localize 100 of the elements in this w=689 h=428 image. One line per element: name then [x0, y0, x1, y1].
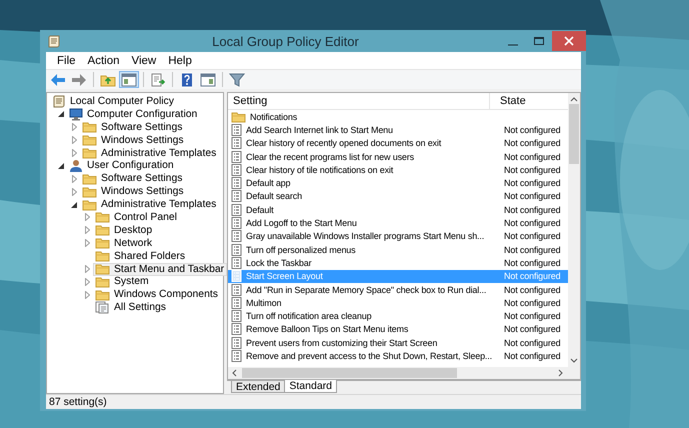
menu-item[interactable]: View — [126, 54, 162, 66]
setting-row[interactable]: Prevent users from customizing their Start Screen Not configured — [228, 336, 568, 350]
setting-page-icon — [231, 244, 242, 256]
scroll-up-icon — [570, 96, 578, 102]
setting-name: Default app — [246, 178, 290, 188]
folder-icon — [95, 250, 110, 262]
setting-state: Not configured — [504, 324, 562, 334]
close-button[interactable] — [552, 31, 586, 51]
tree-item[interactable]: Shared Folders — [93, 250, 188, 263]
tree-item[interactable]: Windows Settings — [80, 185, 187, 198]
tree-item[interactable]: Desktop — [93, 224, 156, 237]
setting-name: Default search — [246, 191, 302, 202]
scroll-down-icon — [570, 358, 578, 364]
setting-state: Not configured — [504, 311, 562, 322]
tree-item[interactable]: User Configuration — [67, 159, 177, 172]
tree-item[interactable]: Software Settings — [80, 120, 186, 134]
close-icon — [563, 36, 575, 46]
tree-item[interactable]: Computer Configuration — [67, 108, 200, 121]
setting-row[interactable]: Clear the recent programs list for new users Not configured — [228, 150, 568, 164]
folder-icon — [95, 288, 110, 301]
folder-icon — [82, 134, 97, 146]
folder-icon — [82, 147, 97, 160]
setting-row[interactable]: Gray unavailable Windows Installer programs Start Menu sh... Not configured — [228, 230, 568, 243]
setting-page-icon — [231, 137, 242, 150]
scrollbar-thumb[interactable] — [569, 104, 579, 164]
folder-icon — [95, 211, 110, 224]
tree-item[interactable]: Windows Components — [93, 288, 221, 302]
tree-item[interactable]: Control Panel — [93, 210, 180, 224]
forward-button[interactable] — [69, 71, 89, 88]
status-text: 87 setting(s) — [49, 396, 107, 408]
computer-icon — [69, 108, 83, 121]
setting-row[interactable]: Remove Balloon Tips on Start Menu items Not configured — [228, 322, 568, 336]
setting-row[interactable]: Default Not configured — [228, 203, 568, 216]
settings-page-icon — [95, 301, 110, 314]
setting-name: Add Search Internet link to Start Menu — [246, 124, 393, 135]
folder-icon — [82, 121, 97, 134]
setting-page-icon — [231, 336, 242, 349]
scrollbar-thumb[interactable] — [242, 368, 457, 378]
scroll-left-icon — [231, 369, 237, 377]
tree-item[interactable]: All Settings — [93, 301, 169, 314]
setting-name: Notifications — [250, 112, 298, 122]
setting-state: Not configured — [504, 258, 562, 268]
setting-page-icon — [231, 124, 242, 136]
setting-row[interactable]: Add Search Internet link to Start Menu Not configured — [228, 123, 568, 137]
filter-button[interactable] — [227, 71, 247, 88]
setting-state: Not configured — [504, 218, 562, 228]
setting-name: Turn off personalized menus — [246, 244, 356, 255]
setting-row[interactable]: Lock the Taskbar Not configured — [228, 256, 568, 270]
setting-row[interactable]: Default search Not configured — [228, 190, 568, 204]
setting-name: Start Screen Layout — [246, 271, 323, 282]
setting-row[interactable]: Turn off notification area cleanup Not configured — [228, 309, 568, 323]
tree-item[interactable]: Administrative Templates — [80, 146, 220, 160]
tree-item[interactable]: Network — [93, 236, 156, 250]
setting-row[interactable]: Notifications — [228, 110, 568, 124]
setting-row[interactable]: Remove and prevent access to the Shut Down, Restart, Sleep... Not configured — [228, 349, 568, 363]
setting-row[interactable]: Clear history of tile notifications on exit Not configured — [228, 163, 568, 176]
tree-item[interactable]: Local Computer Policy — [50, 94, 177, 108]
view-tab[interactable]: Standard — [284, 380, 337, 393]
setting-row[interactable]: Multimon Not configured — [228, 296, 568, 310]
setting-page-icon — [231, 217, 242, 230]
setting-row[interactable]: Default app Not configured — [228, 176, 568, 190]
pane-toggle-button[interactable] — [119, 71, 139, 88]
setting-name: Multimon — [246, 298, 282, 308]
setting-page-icon — [231, 323, 242, 336]
column-header[interactable]: State — [490, 93, 568, 109]
setting-row[interactable]: Add Logoff to the Start Menu Not configured — [228, 216, 568, 230]
setting-state: Not configured — [504, 178, 562, 188]
setting-page-icon — [231, 296, 242, 309]
scroll-icon — [52, 94, 66, 108]
setting-name: Add "Run in Separate Memory Space" check box to Run dial... — [246, 284, 486, 294]
tree-item[interactable]: System — [93, 275, 152, 288]
scroll-right-icon — [558, 369, 564, 377]
setting-page-icon — [231, 310, 242, 322]
tree-item[interactable]: Start Menu and Taskbar — [93, 262, 228, 276]
setting-row[interactable]: Clear history of recently opened documents on exit Not configured — [228, 136, 568, 150]
setting-row[interactable]: Add "Run in Separate Memory Space" check box to Run dial... Not configured — [228, 282, 568, 296]
setting-state: Not configured — [504, 284, 562, 294]
setting-name: Clear history of tile notifications on exit — [246, 164, 394, 175]
panel-button[interactable] — [198, 71, 218, 88]
tree-item[interactable]: Administrative Templates — [80, 198, 220, 212]
setting-page-icon — [231, 177, 242, 190]
setting-page-icon — [231, 270, 242, 282]
setting-name: Add Logoff to the Start Menu — [246, 218, 357, 228]
menu-item[interactable]: Action — [82, 54, 126, 66]
setting-page-icon — [231, 204, 242, 216]
minimize-icon — [508, 44, 518, 46]
tree-item[interactable]: Windows Settings — [80, 134, 187, 147]
user-icon — [69, 159, 83, 172]
tree-item[interactable]: Software Settings — [80, 172, 186, 186]
maximize-icon — [533, 36, 545, 46]
setting-row[interactable]: Turn off personalized menus Not configured — [228, 242, 568, 256]
menu-item[interactable]: File — [51, 54, 82, 66]
view-tab[interactable]: Extended — [231, 381, 286, 393]
setting-state: Not configured — [504, 298, 562, 308]
setting-state: Not configured — [504, 338, 562, 348]
menu-item[interactable]: Help — [162, 54, 198, 66]
setting-state: Not configured — [504, 138, 562, 148]
folder-icon — [95, 263, 110, 276]
column-header[interactable]: Setting — [228, 93, 490, 109]
setting-name: Prevent users from customizing their Start Screen — [246, 338, 438, 348]
